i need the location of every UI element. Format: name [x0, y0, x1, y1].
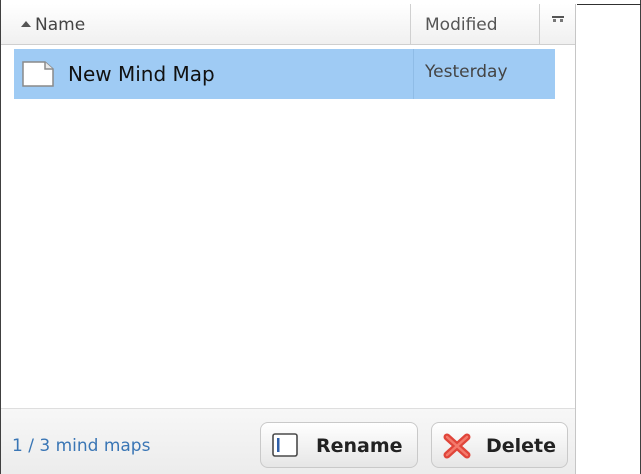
mind-map-list-panel: Name Modified New Mind Map Yesterday 1 /… [1, 4, 576, 474]
mind-map-count: 1 / 3 mind maps [12, 436, 151, 456]
list-item-name-cell: New Mind Map [14, 49, 414, 99]
column-picker-button[interactable] [540, 4, 575, 44]
list-item-name: New Mind Map [68, 62, 215, 86]
list-item-modified: Yesterday [425, 62, 508, 82]
delete-icon [443, 433, 471, 459]
column-header-name[interactable]: Name [1, 4, 411, 44]
sort-ascending-icon [21, 21, 31, 27]
column-header-modified-label: Modified [425, 15, 498, 35]
top-border [577, 4, 641, 5]
column-picker-icon [552, 16, 564, 22]
file-icon [22, 61, 54, 87]
rename-icon [272, 433, 298, 457]
list-footer: 1 / 3 mind maps Rename Delete [1, 408, 575, 474]
file-manager-window: Name Modified New Mind Map Yesterday 1 /… [0, 0, 641, 474]
column-header-name-label: Name [35, 15, 86, 35]
delete-button-label: Delete [486, 435, 557, 457]
column-header-modified[interactable]: Modified [411, 4, 540, 44]
rename-button-label: Rename [316, 435, 403, 457]
delete-button[interactable]: Delete [431, 422, 568, 468]
list-item[interactable]: New Mind Map Yesterday [14, 49, 555, 99]
list-header: Name Modified [1, 4, 575, 45]
rename-button[interactable]: Rename [260, 422, 418, 468]
